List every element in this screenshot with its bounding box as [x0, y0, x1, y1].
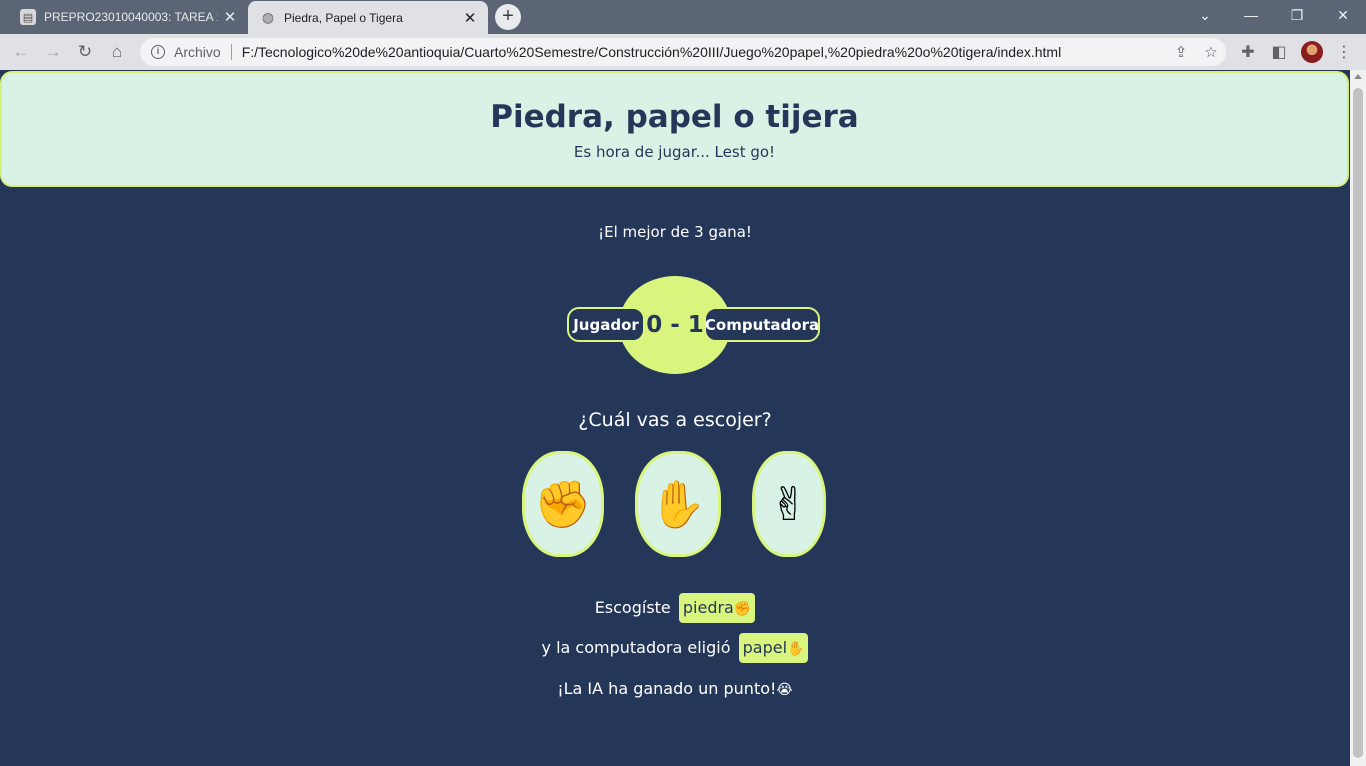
choice-question: ¿Cuál vas a escojer?	[578, 409, 772, 431]
raised-hand-icon: ✋	[787, 641, 805, 657]
player-choice-line: Escogíste piedra✊	[0, 593, 1350, 623]
player-choice-badge: piedra✊	[678, 593, 756, 623]
page-header: Piedra, papel o tijera Es hora de jugar.…	[0, 71, 1349, 187]
page-content: Piedra, papel o tijera Es hora de jugar.…	[0, 70, 1350, 766]
outcome-text: ¡La IA ha ganado un punto!	[557, 679, 777, 698]
extensions-puzzle-icon[interactable]: ✚	[1234, 38, 1262, 66]
info-icon[interactable]: i	[151, 45, 165, 59]
computer-choice-label: y la computadora eligió	[541, 638, 731, 657]
scoreboard: Jugador 0 - 1 Computadora	[0, 276, 1350, 376]
tab-tarea[interactable]: ▤ PREPRO23010040003: TAREA 1 ✕	[8, 0, 248, 34]
page-title: Piedra, papel o tijera	[490, 99, 859, 135]
scissors-button[interactable]: ✌	[752, 451, 826, 557]
tab-title: Piedra, Papel o Tigera	[284, 10, 403, 25]
reload-icon[interactable]: ↻	[71, 38, 99, 66]
vertical-scrollbar[interactable]	[1350, 70, 1366, 766]
best-of-text: ¡El mejor de 3 gana!	[598, 223, 752, 241]
close-window-icon[interactable]: ✕	[1320, 0, 1366, 30]
separator	[230, 44, 232, 60]
crying-face-icon: 😭	[776, 682, 793, 698]
file-chip: Archivo	[174, 44, 221, 60]
computer-choice-badge: papel✋	[738, 633, 809, 663]
scroll-up-arrow-icon[interactable]	[1354, 74, 1362, 79]
computer-choice-value: papel	[742, 638, 788, 657]
tab-strip: ▤ PREPRO23010040003: TAREA 1 ✕ ◍ Piedra,…	[0, 0, 1366, 34]
raised-hand-icon: ✋	[649, 476, 707, 531]
share-icon[interactable]: ⇪	[1166, 43, 1196, 61]
tab-title: PREPRO23010040003: TAREA 1	[44, 10, 218, 24]
fist-icon: ✊	[733, 601, 752, 617]
round-outcome: ¡La IA ha ganado un punto!😭	[0, 679, 1350, 698]
tab-search-icon[interactable]: ⌄	[1182, 0, 1228, 30]
scroll-thumb[interactable]	[1353, 88, 1363, 758]
close-tab-icon[interactable]: ✕	[458, 9, 482, 27]
close-tab-icon[interactable]: ✕	[218, 8, 242, 26]
new-tab-button[interactable]: +	[495, 4, 521, 30]
forward-icon[interactable]: →	[39, 38, 67, 66]
menu-kebab-icon[interactable]: ⋮	[1330, 38, 1358, 66]
restore-icon[interactable]: ❐	[1274, 0, 1320, 30]
bookmark-star-icon[interactable]: ☆	[1196, 43, 1226, 61]
home-icon[interactable]: ⌂	[103, 38, 131, 66]
minimize-icon[interactable]: —	[1228, 0, 1274, 30]
fist-icon: ✊	[534, 476, 592, 531]
address-bar[interactable]: i Archivo F:/Tecnologico%20de%20antioqui…	[140, 38, 1226, 66]
tab-piedra-papel[interactable]: ◍ Piedra, Papel o Tigera ✕	[248, 1, 488, 34]
browser-toolbar: ← → ↻ ⌂ i Archivo F:/Tecnologico%20de%20…	[0, 34, 1366, 70]
globe-icon: ◍	[261, 9, 275, 25]
back-icon[interactable]: ←	[7, 38, 35, 66]
paper-button[interactable]: ✋	[635, 451, 721, 557]
url-text[interactable]: F:/Tecnologico%20de%20antioquia/Cuarto%2…	[242, 44, 1166, 60]
player-choice-value: piedra	[682, 598, 734, 617]
side-panel-icon[interactable]: ◧	[1265, 38, 1293, 66]
computer-badge: Computadora	[704, 307, 820, 342]
avatar	[1301, 41, 1323, 63]
rock-button[interactable]: ✊	[522, 451, 604, 557]
page-subtitle: Es hora de jugar... Lest go!	[573, 143, 776, 161]
profile-avatar[interactable]	[1298, 38, 1326, 66]
player-choice-label: Escogíste	[594, 598, 671, 617]
document-favicon-icon: ▤	[20, 9, 36, 25]
victory-hand-icon: ✌	[769, 477, 809, 531]
computer-choice-line: y la computadora eligió papel✋	[0, 633, 1350, 663]
